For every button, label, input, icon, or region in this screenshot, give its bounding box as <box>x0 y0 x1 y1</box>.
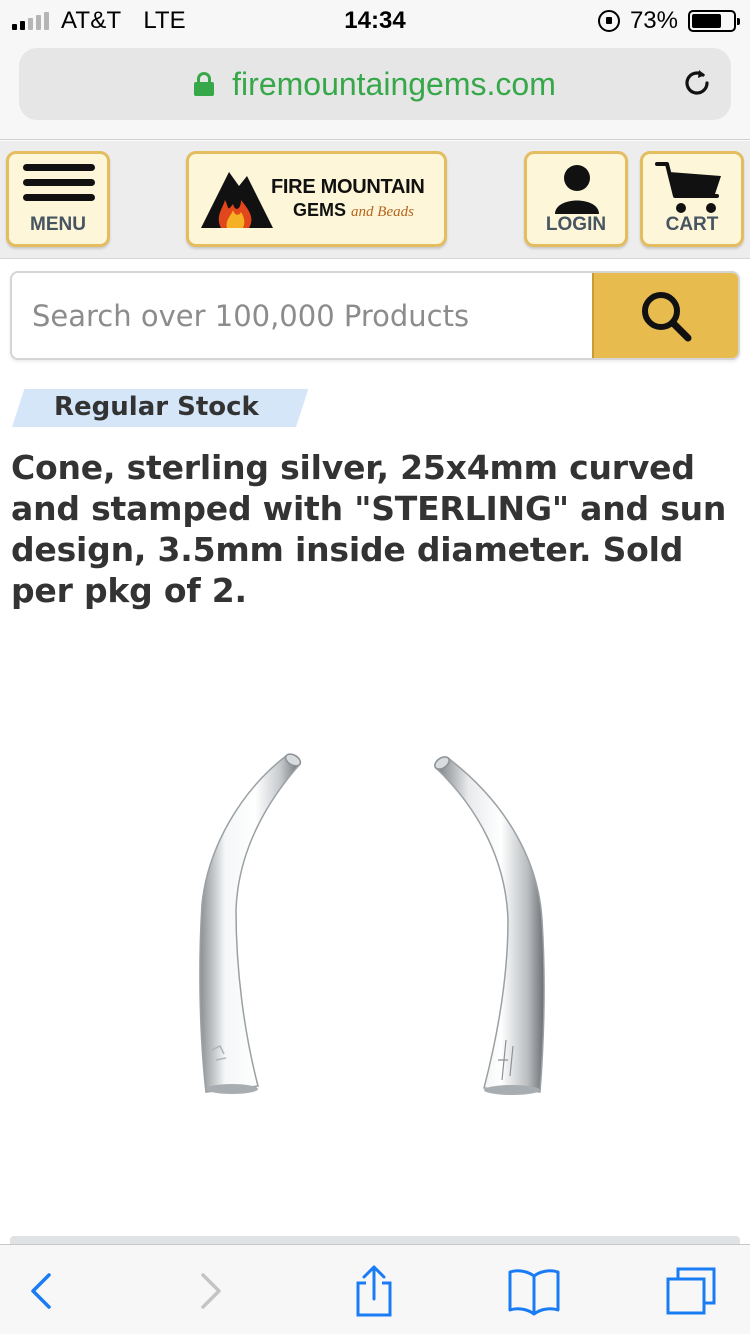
cart-label: CART <box>665 214 719 235</box>
search-bar <box>10 271 740 360</box>
site-header: MENU FIRE MOUNTAIN GEMS and Beads LOGIN … <box>0 141 750 259</box>
mountain-flame-icon <box>201 172 273 228</box>
back-button[interactable] <box>12 1263 72 1319</box>
rotation-lock-icon <box>597 10 620 32</box>
logo-text-secondary: GEMS <box>293 200 347 220</box>
logo-script-text: and Beads <box>351 204 414 220</box>
browser-address-area: firemountaingems.com <box>0 40 750 140</box>
battery-percent: 73% <box>629 7 678 34</box>
bookmarks-icon <box>508 1269 560 1316</box>
url-text[interactable]: firemountaingems.com <box>232 66 556 103</box>
left-cone <box>199 753 302 1094</box>
product-title: Cone, sterling silver, 25x4mm curved and… <box>11 448 727 610</box>
forward-button[interactable] <box>180 1263 240 1319</box>
tabs-button[interactable] <box>662 1263 722 1319</box>
bookmarks-button[interactable] <box>504 1263 564 1319</box>
stock-badge-label: Regular Stock <box>54 392 259 422</box>
search-button[interactable] <box>592 273 738 358</box>
product-image[interactable] <box>0 640 750 1240</box>
hamburger-icon <box>23 164 95 209</box>
browser-toolbar <box>0 1244 750 1334</box>
search-icon <box>642 291 692 341</box>
site-logo[interactable]: FIRE MOUNTAIN GEMS and Beads <box>186 151 447 247</box>
user-icon <box>555 165 599 214</box>
search-input[interactable] <box>12 273 592 358</box>
secure-lock-icon <box>194 72 215 96</box>
share-button[interactable] <box>344 1263 404 1319</box>
right-cone <box>434 756 545 1095</box>
tabs-icon <box>666 1267 716 1315</box>
logo-text-primary: FIRE MOUNTAIN <box>271 176 425 198</box>
forward-icon <box>201 1273 221 1309</box>
share-icon <box>356 1265 392 1317</box>
back-icon <box>31 1273 51 1309</box>
login-label: LOGIN <box>545 214 607 235</box>
status-bar: AT&T LTE 14:34 73% <box>0 0 750 40</box>
login-button[interactable]: LOGIN <box>524 151 628 247</box>
cart-icon <box>655 162 721 213</box>
menu-button[interactable]: MENU <box>6 151 110 247</box>
reload-icon[interactable] <box>679 66 715 102</box>
content-divider <box>10 1236 740 1244</box>
battery-icon <box>688 10 740 32</box>
stock-badge: Regular Stock <box>4 389 309 427</box>
menu-label: MENU <box>30 214 86 235</box>
cart-button[interactable]: CART <box>640 151 744 247</box>
address-bar[interactable]: firemountaingems.com <box>19 48 731 120</box>
